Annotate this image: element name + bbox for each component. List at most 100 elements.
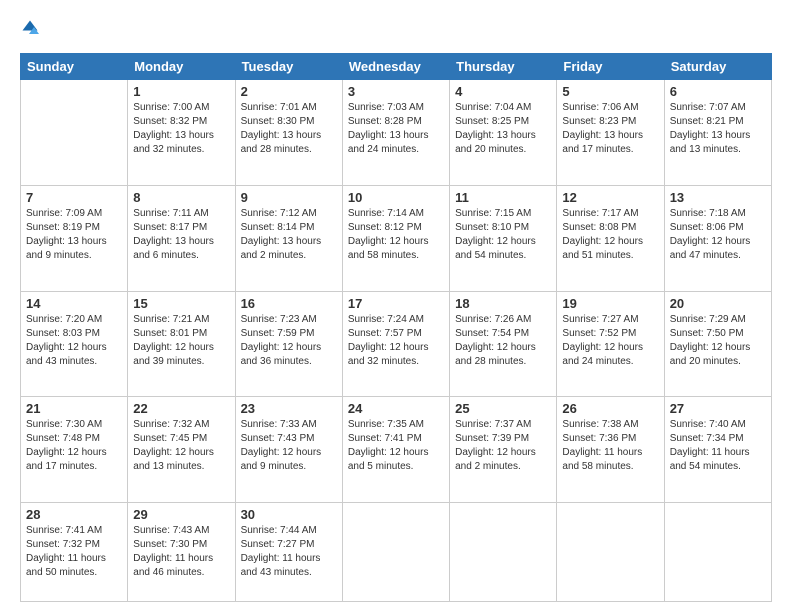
calendar-cell: 3 Sunrise: 7:03 AM Sunset: 8:28 PM Daylig… [342, 80, 449, 186]
day-info: Sunrise: 7:18 AM Sunset: 8:06 PM Dayligh… [670, 207, 766, 263]
calendar-cell [664, 503, 771, 602]
calendar-cell: 30 Sunrise: 7:44 AM Sunset: 7:27 PM Dayli… [235, 503, 342, 602]
calendar-cell: 20Sunrise: 7:29 AM Sunset: 7:50 PM Dayli… [664, 291, 771, 397]
day-number: 15 [133, 296, 229, 311]
day-info: Sunrise: 7:40 AM Sunset: 7:34 PM Dayligh… [670, 418, 766, 474]
weekday-header: Thursday [450, 54, 557, 80]
day-number: 10 [348, 190, 444, 205]
day-number: 26 [562, 401, 658, 416]
calendar-cell: 6Sunrise: 7:07 AM Sunset: 8:21 PM Daylig… [664, 80, 771, 186]
day-info: Sunrise: 7:35 AM Sunset: 7:41 PM Dayligh… [348, 418, 444, 474]
day-number: 1 [133, 84, 229, 99]
day-number: 5 [562, 84, 658, 99]
calendar-cell [557, 503, 664, 602]
day-number: 3 [348, 84, 444, 99]
day-info: Sunrise: 7:41 AM Sunset: 7:32 PM Dayligh… [26, 524, 122, 580]
calendar-cell: 15 Sunrise: 7:21 AM Sunset: 8:01 PM Dayli… [128, 291, 235, 397]
day-number: 29 [133, 507, 229, 522]
day-info: Sunrise: 7:17 AM Sunset: 8:08 PM Dayligh… [562, 207, 658, 263]
calendar-week-row: 21 Sunrise: 7:30 AM Sunset: 7:48 PM Dayli… [21, 397, 772, 503]
day-info: Sunrise: 7:38 AM Sunset: 7:36 PM Dayligh… [562, 418, 658, 474]
day-info: Sunrise: 7:33 AM Sunset: 7:43 PM Dayligh… [241, 418, 337, 474]
day-number: 30 [241, 507, 337, 522]
calendar-cell: 9 Sunrise: 7:12 AM Sunset: 8:14 PM Daylig… [235, 185, 342, 291]
day-info: Sunrise: 7:37 AM Sunset: 7:39 PM Dayligh… [455, 418, 551, 474]
calendar-cell [21, 80, 128, 186]
calendar-cell: 26 Sunrise: 7:38 AM Sunset: 7:36 PM Dayli… [557, 397, 664, 503]
weekday-header: Wednesday [342, 54, 449, 80]
day-info: Sunrise: 7:04 AM Sunset: 8:25 PM Dayligh… [455, 101, 551, 157]
calendar-cell: 4Sunrise: 7:04 AM Sunset: 8:25 PM Daylig… [450, 80, 557, 186]
calendar-cell: 2 Sunrise: 7:01 AM Sunset: 8:30 PM Daylig… [235, 80, 342, 186]
day-info: Sunrise: 7:00 AM Sunset: 8:32 PM Dayligh… [133, 101, 229, 157]
day-number: 21 [26, 401, 122, 416]
calendar-cell: 24 Sunrise: 7:35 AM Sunset: 7:41 PM Dayli… [342, 397, 449, 503]
calendar-header-row: SundayMondayTuesdayWednesdayThursdayFrid… [21, 54, 772, 80]
calendar: SundayMondayTuesdayWednesdayThursdayFrid… [20, 53, 772, 602]
calendar-cell: 5 Sunrise: 7:06 AM Sunset: 8:23 PM Daylig… [557, 80, 664, 186]
day-info: Sunrise: 7:44 AM Sunset: 7:27 PM Dayligh… [241, 524, 337, 580]
calendar-cell [342, 503, 449, 602]
day-info: Sunrise: 7:23 AM Sunset: 7:59 PM Dayligh… [241, 313, 337, 369]
day-info: Sunrise: 7:09 AM Sunset: 8:19 PM Dayligh… [26, 207, 122, 263]
weekday-header: Tuesday [235, 54, 342, 80]
day-info: Sunrise: 7:43 AM Sunset: 7:30 PM Dayligh… [133, 524, 229, 580]
day-info: Sunrise: 7:30 AM Sunset: 7:48 PM Dayligh… [26, 418, 122, 474]
logo [20, 18, 42, 43]
day-number: 17 [348, 296, 444, 311]
weekday-header: Friday [557, 54, 664, 80]
weekday-header: Monday [128, 54, 235, 80]
weekday-header: Saturday [664, 54, 771, 80]
calendar-cell: 29 Sunrise: 7:43 AM Sunset: 7:30 PM Dayli… [128, 503, 235, 602]
day-number: 20 [670, 296, 766, 311]
day-number: 11 [455, 190, 551, 205]
page-header [20, 18, 772, 43]
day-info: Sunrise: 7:24 AM Sunset: 7:57 PM Dayligh… [348, 313, 444, 369]
day-number: 7 [26, 190, 122, 205]
calendar-cell: 13 Sunrise: 7:18 AM Sunset: 8:06 PM Dayli… [664, 185, 771, 291]
calendar-cell: 19Sunrise: 7:27 AM Sunset: 7:52 PM Dayli… [557, 291, 664, 397]
day-info: Sunrise: 7:14 AM Sunset: 8:12 PM Dayligh… [348, 207, 444, 263]
calendar-cell: 28 Sunrise: 7:41 AM Sunset: 7:32 PM Dayli… [21, 503, 128, 602]
calendar-cell: 8 Sunrise: 7:11 AM Sunset: 8:17 PM Daylig… [128, 185, 235, 291]
day-number: 28 [26, 507, 122, 522]
day-number: 12 [562, 190, 658, 205]
calendar-cell: 21 Sunrise: 7:30 AM Sunset: 7:48 PM Dayli… [21, 397, 128, 503]
day-info: Sunrise: 7:11 AM Sunset: 8:17 PM Dayligh… [133, 207, 229, 263]
day-info: Sunrise: 7:12 AM Sunset: 8:14 PM Dayligh… [241, 207, 337, 263]
day-info: Sunrise: 7:15 AM Sunset: 8:10 PM Dayligh… [455, 207, 551, 263]
calendar-cell: 7 Sunrise: 7:09 AM Sunset: 8:19 PM Daylig… [21, 185, 128, 291]
day-number: 14 [26, 296, 122, 311]
day-number: 9 [241, 190, 337, 205]
day-number: 2 [241, 84, 337, 99]
calendar-cell: 25 Sunrise: 7:37 AM Sunset: 7:39 PM Dayli… [450, 397, 557, 503]
calendar-cell: 22 Sunrise: 7:32 AM Sunset: 7:45 PM Dayli… [128, 397, 235, 503]
weekday-header: Sunday [21, 54, 128, 80]
day-info: Sunrise: 7:26 AM Sunset: 7:54 PM Dayligh… [455, 313, 551, 369]
day-number: 22 [133, 401, 229, 416]
calendar-cell: 14 Sunrise: 7:20 AM Sunset: 8:03 PM Dayli… [21, 291, 128, 397]
day-info: Sunrise: 7:03 AM Sunset: 8:28 PM Dayligh… [348, 101, 444, 157]
calendar-week-row: 14 Sunrise: 7:20 AM Sunset: 8:03 PM Dayli… [21, 291, 772, 397]
calendar-cell: 27 Sunrise: 7:40 AM Sunset: 7:34 PM Dayli… [664, 397, 771, 503]
day-number: 18 [455, 296, 551, 311]
day-info: Sunrise: 7:27 AM Sunset: 7:52 PM Dayligh… [562, 313, 658, 369]
calendar-cell: 11 Sunrise: 7:15 AM Sunset: 8:10 PM Dayli… [450, 185, 557, 291]
day-info: Sunrise: 7:32 AM Sunset: 7:45 PM Dayligh… [133, 418, 229, 474]
day-number: 24 [348, 401, 444, 416]
day-info: Sunrise: 7:01 AM Sunset: 8:30 PM Dayligh… [241, 101, 337, 157]
calendar-week-row: 28 Sunrise: 7:41 AM Sunset: 7:32 PM Dayli… [21, 503, 772, 602]
day-number: 27 [670, 401, 766, 416]
calendar-cell: 18 Sunrise: 7:26 AM Sunset: 7:54 PM Dayli… [450, 291, 557, 397]
day-number: 25 [455, 401, 551, 416]
day-info: Sunrise: 7:06 AM Sunset: 8:23 PM Dayligh… [562, 101, 658, 157]
day-info: Sunrise: 7:21 AM Sunset: 8:01 PM Dayligh… [133, 313, 229, 369]
calendar-cell: 16Sunrise: 7:23 AM Sunset: 7:59 PM Dayli… [235, 291, 342, 397]
day-info: Sunrise: 7:20 AM Sunset: 8:03 PM Dayligh… [26, 313, 122, 369]
calendar-cell: 12 Sunrise: 7:17 AM Sunset: 8:08 PM Dayli… [557, 185, 664, 291]
day-number: 13 [670, 190, 766, 205]
calendar-week-row: 1 Sunrise: 7:00 AM Sunset: 8:32 PM Daylig… [21, 80, 772, 186]
logo-icon [20, 18, 40, 38]
calendar-cell: 10 Sunrise: 7:14 AM Sunset: 8:12 PM Dayli… [342, 185, 449, 291]
day-number: 8 [133, 190, 229, 205]
